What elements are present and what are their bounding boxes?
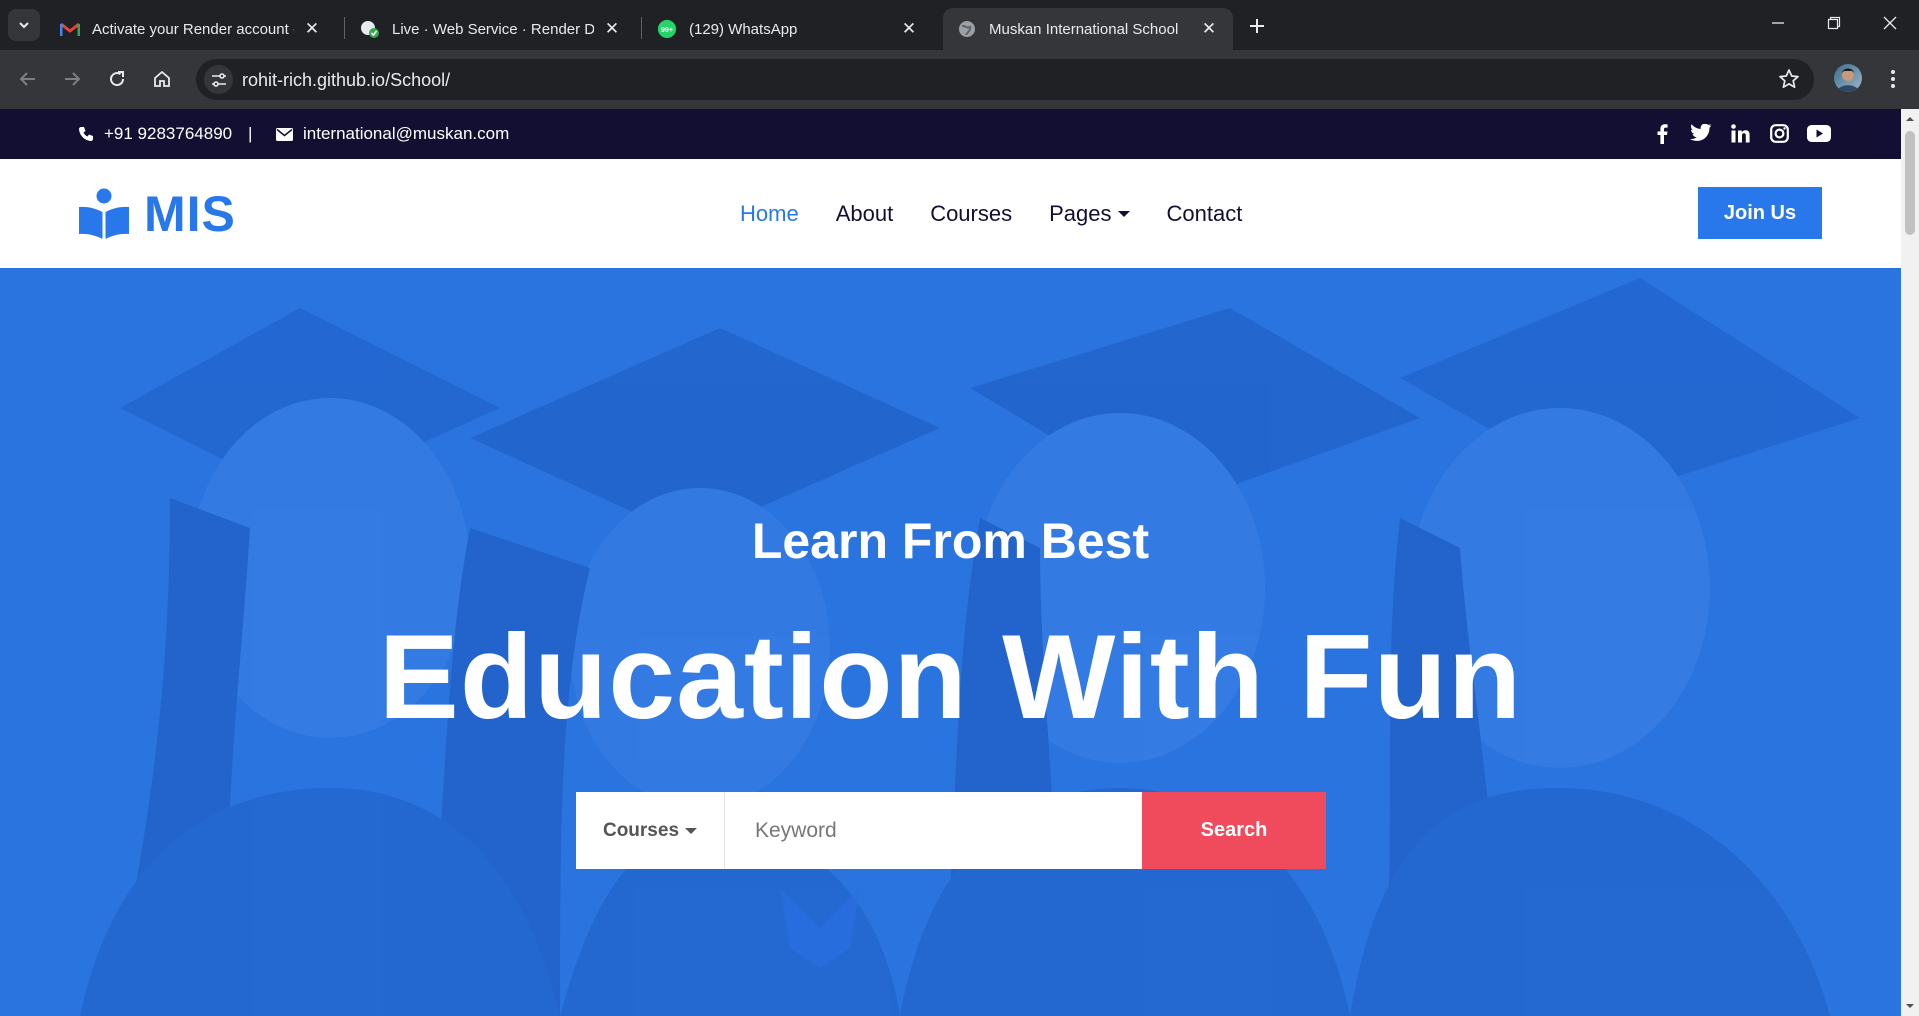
tune-icon — [211, 72, 226, 87]
scroll-thumb[interactable] — [1905, 131, 1915, 235]
reload-icon — [110, 71, 125, 87]
tab-search-button[interactable] — [8, 9, 40, 41]
globe-icon — [957, 19, 977, 39]
hero-subtitle: Learn From Best — [751, 513, 1150, 569]
nav-pages-dropdown[interactable]: Pages — [1049, 201, 1130, 227]
scroll-up-arrow-icon[interactable] — [1904, 113, 1916, 125]
search-button[interactable]: Search — [1142, 792, 1326, 869]
arrow-left-icon — [19, 72, 35, 86]
restore-icon — [1827, 16, 1841, 30]
hero-title: Education With Fun — [378, 610, 1523, 744]
new-tab-button[interactable] — [1243, 12, 1271, 40]
close-icon[interactable]: ✕ — [602, 19, 622, 39]
main-navbar: MIS Home About Courses Pages Contact Joi… — [0, 159, 1901, 268]
facebook-icon[interactable] — [1651, 122, 1673, 144]
close-icon[interactable]: ✕ — [1199, 19, 1219, 39]
nav-about[interactable]: About — [836, 201, 894, 227]
close-icon[interactable]: ✕ — [302, 19, 322, 39]
page-scrollbar[interactable] — [1901, 109, 1919, 1016]
minimize-icon — [1772, 22, 1784, 24]
top-info-bar: +91 9283764890 | international@muskan.co… — [0, 109, 1901, 159]
nav-contact[interactable]: Contact — [1167, 201, 1243, 227]
tab-divider — [344, 17, 345, 39]
render-icon — [360, 19, 380, 39]
instagram-icon[interactable] — [1768, 122, 1790, 144]
profile-avatar[interactable] — [1834, 64, 1862, 92]
brand-name: MIS — [144, 186, 236, 242]
close-icon — [1883, 16, 1897, 30]
join-us-button[interactable]: Join Us — [1698, 187, 1822, 239]
whatsapp-badge: 99+ — [661, 25, 673, 34]
main-menu: Home About Courses Pages Contact — [740, 201, 1242, 227]
chevron-down-icon — [19, 22, 29, 29]
caret-down-icon — [1117, 211, 1130, 217]
page-viewport: +91 9283764890 | international@muskan.co… — [0, 109, 1901, 1016]
youtube-icon[interactable] — [1807, 122, 1831, 144]
social-links — [1651, 122, 1831, 144]
linkedin-icon[interactable] — [1729, 122, 1751, 144]
reload-button[interactable] — [102, 64, 132, 94]
hero-section: Learn From Best Education With Fun Cours… — [0, 268, 1901, 1016]
envelope-icon — [276, 127, 293, 141]
topbar-separator: | — [248, 124, 253, 143]
arrow-right-icon — [65, 72, 81, 86]
contact-email[interactable]: international@muskan.com — [276, 124, 509, 144]
nav-home[interactable]: Home — [740, 201, 799, 227]
nav-courses[interactable]: Courses — [930, 201, 1012, 227]
tab-label: (129) WhatsApp — [689, 20, 798, 38]
tab-whatsapp[interactable]: 99+ (129) WhatsApp ✕ — [643, 8, 933, 50]
home-button[interactable] — [147, 64, 177, 94]
tab-divider — [641, 17, 642, 39]
avatar-icon — [1837, 68, 1859, 92]
url-text: rohit-rich.github.io/School/ — [242, 70, 451, 90]
contact-phone[interactable]: +91 9283764890 — [78, 124, 232, 144]
forward-button[interactable] — [57, 64, 87, 94]
browser-menu-button[interactable] — [1883, 64, 1903, 94]
browser-tab-strip: Activate your Render account - ✕ Live · … — [0, 0, 1919, 50]
tab-render[interactable]: Live · Web Service · Render Da ✕ — [346, 8, 636, 50]
category-label: Courses — [602, 819, 680, 841]
caret-down-icon — [685, 827, 698, 834]
gmail-icon — [60, 19, 80, 39]
site-info-button[interactable] — [204, 65, 233, 94]
close-icon[interactable]: ✕ — [899, 19, 919, 39]
minimize-button[interactable] — [1758, 6, 1798, 40]
course-search-bar: Courses Search — [576, 792, 1326, 869]
phone-icon — [78, 126, 94, 142]
scroll-down-arrow-icon[interactable] — [1904, 1000, 1916, 1012]
tab-label: Muskan International School — [989, 20, 1179, 38]
tab-muskan-school[interactable]: Muskan International School ✕ — [943, 8, 1233, 50]
close-window-button[interactable] — [1870, 6, 1910, 40]
address-bar[interactable]: rohit-rich.github.io/School/ — [196, 59, 1814, 100]
twitter-icon[interactable] — [1690, 122, 1712, 144]
phone-number: +91 9283764890 — [104, 124, 233, 143]
home-icon — [154, 70, 170, 87]
category-dropdown[interactable]: Courses — [576, 792, 725, 869]
browser-toolbar: rohit-rich.github.io/School/ — [0, 50, 1919, 109]
tab-label: Activate your Render account - — [92, 20, 294, 38]
nav-pages-label: Pages — [1049, 201, 1112, 226]
bookmark-star-icon[interactable] — [1778, 68, 1800, 95]
brand-logo[interactable]: MIS — [78, 185, 236, 243]
email-address: international@muskan.com — [303, 124, 510, 143]
tab-gmail[interactable]: Activate your Render account - ✕ — [46, 8, 336, 50]
plus-icon — [1250, 19, 1264, 33]
whatsapp-icon: 99+ — [657, 19, 677, 39]
reading-person-icon — [79, 188, 129, 239]
back-button[interactable] — [13, 64, 43, 94]
restore-button[interactable] — [1814, 6, 1854, 40]
keyword-input[interactable] — [725, 792, 1142, 869]
tab-label: Live · Web Service · Render Da — [392, 20, 594, 38]
more-vert-icon — [1891, 70, 1895, 88]
